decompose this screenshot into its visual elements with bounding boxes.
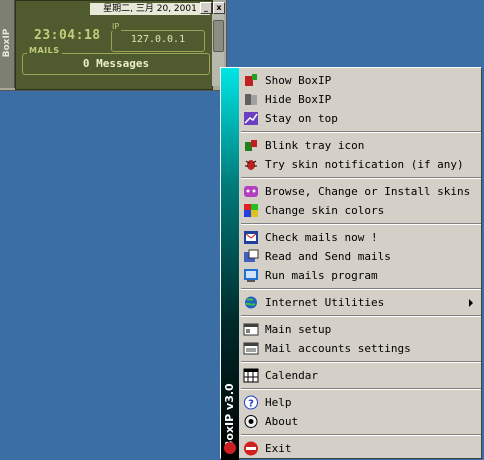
menu-item-label: Calendar bbox=[265, 369, 318, 382]
skins-icon bbox=[244, 186, 258, 197]
menu-item-label: Help bbox=[265, 396, 292, 409]
globe-icon bbox=[245, 296, 257, 309]
brand-logo-icon bbox=[224, 442, 236, 454]
menu-separator bbox=[241, 131, 481, 133]
exit-icon bbox=[244, 441, 258, 456]
bug-icon bbox=[245, 160, 257, 170]
menu-item-label: Blink tray icon bbox=[265, 139, 365, 152]
svg-text:?: ? bbox=[248, 399, 254, 410]
widget-side-label: BoxIP bbox=[2, 28, 12, 58]
menu-item-hide-boxip[interactable]: Hide BoxIP bbox=[241, 90, 481, 109]
menu-item-stay-on-top[interactable]: Stay on top bbox=[241, 109, 481, 128]
menu-item-label: Main setup bbox=[265, 323, 332, 336]
menu-separator bbox=[241, 361, 481, 363]
menu-item-try-skin-notification[interactable]: Try skin notification (if any) bbox=[241, 155, 481, 174]
menu-item-blink-tray-icon[interactable]: Blink tray icon bbox=[241, 136, 481, 155]
menu-brand-stripe: BoxIP v3.0 bbox=[221, 68, 239, 460]
submenu-arrow-icon bbox=[469, 299, 473, 307]
close-button[interactable]: x bbox=[213, 2, 225, 14]
menu-item-label: Show BoxIP bbox=[265, 74, 332, 87]
ip-box: IP 127.0.0.1 bbox=[110, 22, 205, 52]
menu-item-label: Change skin colors bbox=[265, 204, 385, 217]
show-icon bbox=[245, 74, 257, 86]
widget-side-bar[interactable]: BoxIP bbox=[0, 0, 15, 88]
menu-item-label: Hide BoxIP bbox=[265, 93, 332, 106]
menu-item-run-mails-program[interactable]: Run mails program bbox=[241, 266, 481, 285]
read-mail-icon bbox=[244, 249, 259, 262]
mail-program-icon bbox=[244, 269, 258, 282]
mails-value: 0 Messages bbox=[82, 57, 150, 70]
stay-on-top-icon bbox=[244, 112, 258, 125]
menu-separator bbox=[241, 315, 481, 317]
menu-item-mail-accounts-settings[interactable]: Mail accounts settings bbox=[241, 339, 481, 358]
check-mail-icon bbox=[244, 231, 258, 244]
menu-item-main-setup[interactable]: Main setup bbox=[241, 320, 481, 339]
menu-item-label: Internet Utilities bbox=[265, 296, 385, 309]
menu-item-label: Exit bbox=[265, 442, 292, 455]
menu-item-internet-utilities[interactable]: Internet Utilities bbox=[241, 293, 481, 312]
clock-display: 23:04:18 bbox=[34, 28, 101, 43]
ip-value: 127.0.0.1 bbox=[130, 34, 186, 45]
menu-item-change-skin-colors[interactable]: Change skin colors bbox=[241, 201, 481, 220]
menu-item-label: Browse, Change or Install skins bbox=[265, 185, 471, 198]
minimize-button[interactable]: _ bbox=[200, 2, 212, 14]
ip-label: IP bbox=[110, 22, 122, 31]
menu-item-calendar[interactable]: Calendar bbox=[241, 366, 481, 385]
menu-item-read-send-mails[interactable]: Read and Send mails bbox=[241, 247, 481, 266]
calendar-icon bbox=[243, 368, 259, 383]
menu-item-label: About bbox=[265, 415, 299, 428]
hide-icon bbox=[245, 94, 257, 105]
widget-panel: 星期二, 三月 20, 2001 23:04:18 IP 127.0.0.1 M… bbox=[15, 0, 213, 90]
setup-icon bbox=[243, 323, 259, 336]
date-display: 星期二, 三月 20, 2001 bbox=[90, 3, 210, 15]
menu-item-label: Stay on top bbox=[265, 112, 338, 125]
menu-separator bbox=[241, 223, 481, 225]
menu-separator bbox=[241, 434, 481, 436]
menu-item-browse-skins[interactable]: Browse, Change or Install skins bbox=[241, 182, 481, 201]
mails-box: MAILS 0 Messages bbox=[22, 46, 210, 75]
about-icon bbox=[244, 415, 258, 428]
boxip-widget[interactable]: BoxIP 星期二, 三月 20, 2001 23:04:18 IP 127.0… bbox=[0, 0, 227, 91]
menu-item-check-mails[interactable]: Check mails now ! bbox=[241, 228, 481, 247]
menu-item-help[interactable]: ? Help bbox=[241, 393, 481, 412]
menu-item-label: Run mails program bbox=[265, 269, 378, 282]
menu-separator bbox=[241, 177, 481, 179]
help-icon: ? bbox=[244, 395, 258, 410]
menu-separator bbox=[241, 288, 481, 290]
mails-label: MAILS bbox=[27, 46, 62, 55]
menu-item-label: Try skin notification (if any) bbox=[265, 158, 464, 171]
menu-separator bbox=[241, 388, 481, 390]
blink-icon bbox=[245, 140, 257, 151]
accounts-icon bbox=[243, 342, 259, 355]
menu-item-label: Mail accounts settings bbox=[265, 342, 411, 355]
menu-item-about[interactable]: About bbox=[241, 412, 481, 431]
context-menu: BoxIP v3.0 Show BoxIP Hide BoxIP Stay on… bbox=[220, 67, 482, 460]
menu-item-show-boxip[interactable]: Show BoxIP bbox=[241, 71, 481, 90]
menu-brand-label: BoxIP v3.0 bbox=[223, 383, 236, 449]
menu-item-label: Check mails now ! bbox=[265, 231, 378, 244]
widget-scroll-thumb[interactable] bbox=[213, 20, 224, 52]
menu-item-exit[interactable]: Exit bbox=[241, 439, 481, 458]
menu-item-label: Read and Send mails bbox=[265, 250, 391, 263]
colors-icon bbox=[244, 204, 258, 217]
